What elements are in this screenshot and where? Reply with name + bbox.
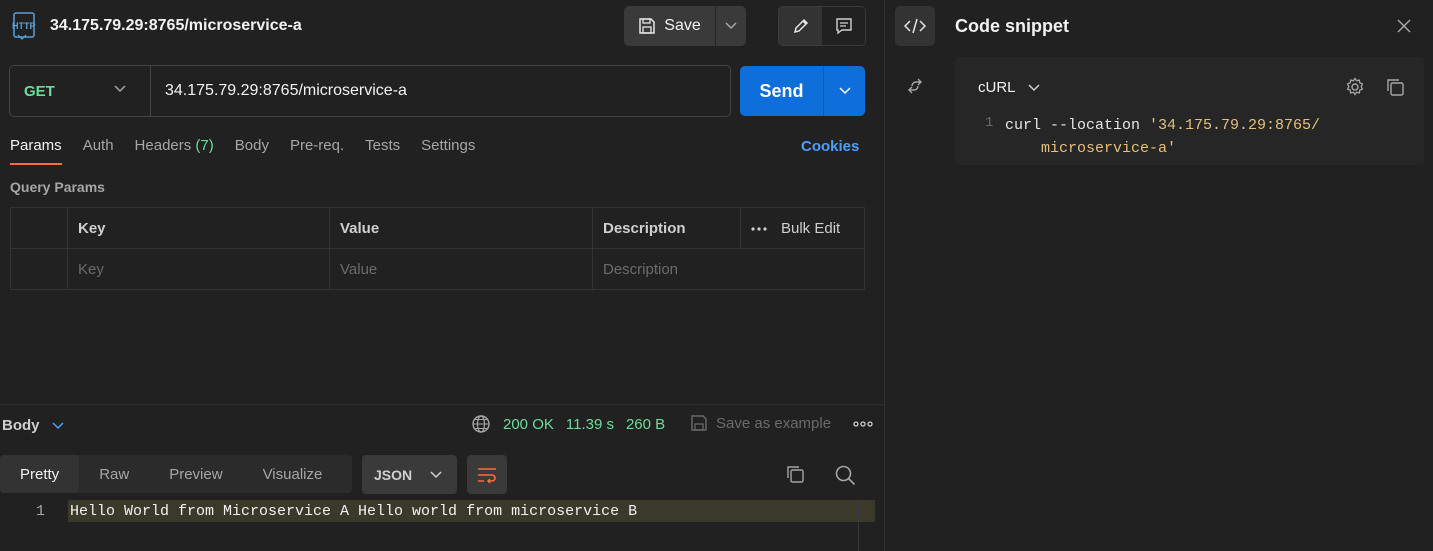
- save-as-example-label: Save as example: [716, 414, 832, 432]
- response-view-tabs: Pretty Raw Preview Visualize: [0, 455, 352, 493]
- status-code[interactable]: 200 OK: [503, 416, 554, 433]
- snippet-code[interactable]: curl --location '34.175.79.29:8765/ micr…: [1005, 114, 1320, 160]
- language-select[interactable]: cURL: [978, 79, 1040, 96]
- chevron-down-icon: [51, 421, 64, 429]
- svg-text:HTTP: HTTP: [12, 21, 36, 31]
- globe-icon[interactable]: [471, 414, 491, 434]
- tab-settings[interactable]: Settings: [421, 137, 475, 165]
- tab-tests[interactable]: Tests: [365, 137, 400, 165]
- response-code-line: 1 Hello World from Microservice A Hello …: [0, 500, 875, 522]
- url-bar: GET: [9, 65, 731, 117]
- tab-headers-label: Headers: [134, 137, 192, 154]
- panel-title: Code snippet: [955, 16, 1070, 36]
- view-pretty[interactable]: Pretty: [0, 455, 80, 493]
- tab-prereq[interactable]: Pre-req.: [290, 137, 344, 165]
- tab-headers[interactable]: Headers (7): [135, 137, 214, 165]
- bulk-edit-cell: Bulk Edit: [741, 208, 864, 249]
- comment-icon: [835, 18, 852, 35]
- save-button-group: Save: [624, 6, 746, 46]
- save-label: Save: [664, 17, 701, 34]
- close-icon[interactable]: [1396, 18, 1412, 34]
- column-description: Description: [593, 208, 741, 249]
- url-input[interactable]: [165, 80, 715, 102]
- method-select[interactable]: GET: [24, 83, 55, 100]
- chevron-down-icon: [1027, 83, 1040, 91]
- pane-divider[interactable]: [0, 404, 884, 405]
- more-icon[interactable]: [751, 226, 767, 231]
- chevron-down-icon: [430, 470, 442, 478]
- comments-button[interactable]: [822, 7, 865, 45]
- cookies-link[interactable]: Cookies: [801, 138, 859, 155]
- params-table: Key Value Description Bulk Edit Key Valu…: [10, 207, 865, 290]
- save-icon: [639, 18, 656, 34]
- save-as-example-button[interactable]: Save as example: [690, 414, 831, 432]
- language-label: cURL: [978, 79, 1016, 96]
- code-snippet-card: cURL 1 curl --location '34.175.79.29:876…: [955, 57, 1424, 165]
- save-button[interactable]: Save: [624, 6, 716, 46]
- tab-body[interactable]: Body: [235, 137, 269, 165]
- value-input[interactable]: Value: [330, 249, 593, 290]
- divider: [150, 66, 151, 116]
- request-title: 34.175.79.29:8765/microservice-a: [50, 17, 302, 34]
- response-text[interactable]: Hello World from Microservice A Hello wo…: [70, 503, 637, 520]
- chevron-down-icon[interactable]: [114, 85, 126, 93]
- http-icon: HTTP: [10, 10, 40, 42]
- code-string-continued: microservice-a': [1041, 140, 1177, 157]
- tab-params[interactable]: Params: [10, 137, 62, 165]
- search-icon[interactable]: [834, 464, 856, 486]
- request-tabs: Params Auth Headers (7) Body Pre-req. Te…: [10, 137, 496, 165]
- code-string: '34.175.79.29:8765/: [1149, 117, 1321, 134]
- code-command: curl --location: [1005, 117, 1150, 134]
- view-raw[interactable]: Raw: [79, 455, 149, 493]
- response-body-label: Body: [2, 417, 40, 434]
- wrap-lines-button[interactable]: [467, 455, 507, 494]
- send-button-group: Send: [740, 66, 865, 116]
- response-size[interactable]: 260 B: [626, 416, 665, 433]
- view-visualize[interactable]: Visualize: [243, 455, 343, 493]
- edit-tools: [778, 6, 866, 46]
- send-button[interactable]: Send: [740, 66, 824, 116]
- save-options-button[interactable]: [716, 6, 746, 46]
- checkbox-column: [11, 208, 68, 249]
- view-preview[interactable]: Preview: [149, 455, 242, 493]
- send-options-button[interactable]: [824, 66, 865, 116]
- line-number: 1: [985, 115, 994, 131]
- code-icon: [904, 18, 926, 34]
- copy-icon[interactable]: [785, 464, 805, 484]
- column-value: Value: [330, 208, 593, 249]
- gear-icon[interactable]: [1345, 77, 1365, 97]
- copy-icon[interactable]: [1385, 77, 1405, 97]
- edit-button[interactable]: [779, 7, 822, 45]
- more-options-icon[interactable]: [853, 418, 873, 430]
- line-number: 1: [36, 503, 46, 520]
- response-body-dropdown[interactable]: Body: [2, 417, 64, 434]
- panel-divider[interactable]: [884, 0, 885, 551]
- key-input[interactable]: Key: [68, 249, 330, 290]
- table-row: Key Value Description: [11, 249, 864, 290]
- chevron-down-icon: [725, 22, 737, 30]
- response-meta: 200 OK 11.39 s 260 B: [471, 414, 665, 434]
- column-key: Key: [68, 208, 330, 249]
- bulk-edit-button[interactable]: Bulk Edit: [781, 220, 840, 237]
- chevron-down-icon: [838, 87, 851, 95]
- description-input[interactable]: Description: [593, 249, 864, 290]
- query-params-title: Query Params: [10, 179, 105, 195]
- sync-icon[interactable]: [906, 77, 924, 95]
- format-select[interactable]: JSON: [362, 455, 457, 494]
- format-label: JSON: [374, 466, 413, 483]
- editor-ruler: [858, 500, 859, 551]
- save-icon: [691, 415, 707, 431]
- wrap-icon: [478, 467, 496, 484]
- pencil-icon: [793, 18, 808, 34]
- headers-count: (7): [195, 137, 214, 154]
- code-snippet-toggle[interactable]: [895, 6, 935, 46]
- row-checkbox-cell: [11, 249, 68, 290]
- tab-auth[interactable]: Auth: [83, 137, 114, 165]
- response-time[interactable]: 11.39 s: [566, 416, 614, 433]
- table-header-row: Key Value Description Bulk Edit: [11, 208, 864, 249]
